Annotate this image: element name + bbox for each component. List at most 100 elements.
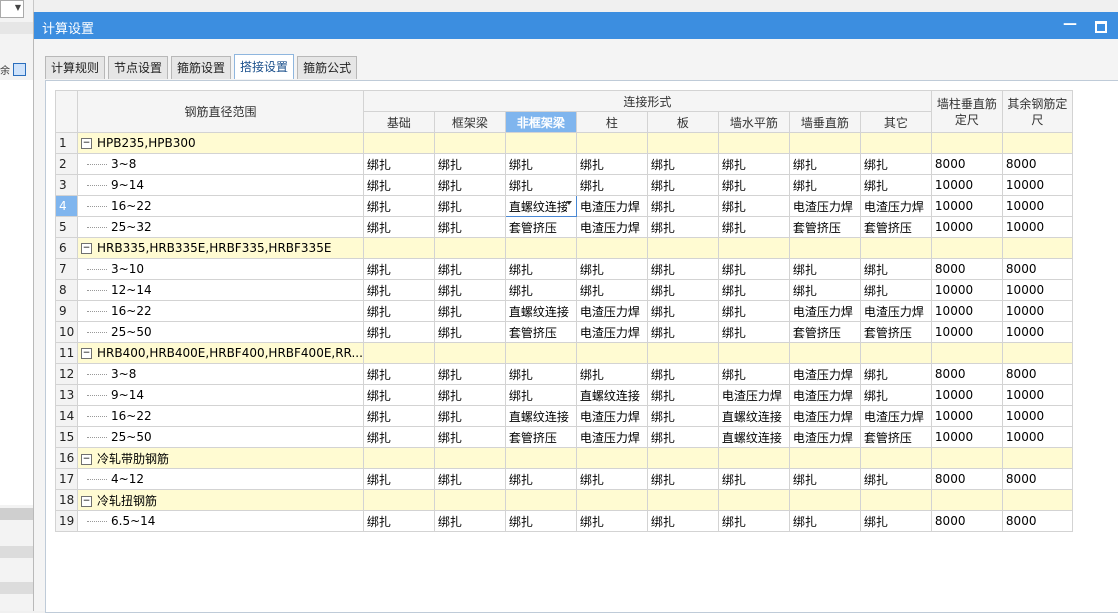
group-empty-cell[interactable] (930, 447, 1003, 469)
group-empty-cell[interactable] (575, 489, 648, 511)
connection-cell[interactable]: 绑扎 (646, 216, 719, 238)
connection-column-header[interactable]: 板 (646, 111, 719, 133)
length-cell[interactable]: 10000 (930, 384, 1003, 406)
connection-cell[interactable]: 直螺纹连接 (504, 405, 577, 427)
connection-cell[interactable]: 绑扎 (859, 384, 932, 406)
length-cell[interactable]: 8000 (930, 468, 1003, 490)
connection-cell[interactable]: 绑扎 (362, 405, 435, 427)
group-empty-cell[interactable] (575, 132, 648, 154)
connection-cell[interactable]: 套管挤压 (504, 426, 577, 448)
table-row[interactable]: 7 3~10 绑扎 绑扎 绑扎 绑扎 绑扎 绑扎 绑扎 绑扎 8000 8000 (55, 258, 1073, 280)
connection-cell[interactable]: 套管挤压 (859, 321, 932, 343)
connection-cell[interactable]: 绑扎 (646, 426, 719, 448)
diameter-range-cell[interactable]: 3~10 (77, 258, 364, 280)
group-empty-cell[interactable] (788, 447, 861, 469)
connection-cell[interactable]: 绑扎 (433, 321, 506, 343)
connection-cell[interactable]: 绑扎 (859, 258, 932, 280)
group-row[interactable]: 6− HRB335,HRB335E,HRBF335,HRBF335E (55, 237, 1073, 259)
connection-cell[interactable]: 绑扎 (859, 510, 932, 532)
group-name-cell[interactable]: − 冷轧带肋钢筋 (77, 447, 364, 469)
diameter-range-cell[interactable]: 16~22 (77, 405, 364, 427)
connection-cell[interactable]: 套管挤压 (504, 321, 577, 343)
group-empty-cell[interactable] (717, 447, 790, 469)
group-empty-cell[interactable] (1001, 132, 1073, 154)
connection-column-header[interactable]: 墙垂直筋 (788, 111, 861, 133)
connection-cell[interactable]: 绑扎 (575, 468, 648, 490)
connection-cell[interactable]: 电渣压力焊 (788, 300, 861, 322)
group-empty-cell[interactable] (788, 237, 861, 259)
row-number[interactable]: 18 (55, 489, 78, 511)
connection-cell[interactable]: 绑扎 (433, 384, 506, 406)
table-row[interactable]: 19 6.5~14 绑扎 绑扎 绑扎 绑扎 绑扎 绑扎 绑扎 绑扎 8000 8000 (55, 510, 1073, 532)
diameter-range-cell[interactable]: 4~12 (77, 468, 364, 490)
table-row[interactable]: 5 25~32 绑扎 绑扎 套管挤压 电渣压力焊 绑扎 绑扎 套管挤压 套管挤压 10000 1000… (55, 216, 1073, 238)
connection-cell[interactable]: 绑扎 (717, 279, 790, 301)
length-cell[interactable]: 10000 (930, 405, 1003, 427)
connection-cell[interactable]: 绑扎 (433, 258, 506, 280)
connection-cell[interactable]: 绑扎 (504, 510, 577, 532)
group-empty-cell[interactable] (788, 489, 861, 511)
group-empty-cell[interactable] (646, 342, 719, 364)
group-empty-cell[interactable] (646, 132, 719, 154)
table-row[interactable]: 10 25~50 绑扎 绑扎 套管挤压 电渣压力焊 绑扎 绑扎 套管挤压 套管挤压 10000 100… (55, 321, 1073, 343)
connection-cell[interactable]: 绑扎 (433, 216, 506, 238)
group-empty-cell[interactable] (930, 489, 1003, 511)
length-cell[interactable]: 10000 (1001, 300, 1073, 322)
group-row[interactable]: 11− HRB400,HRB400E,HRBF400,HRBF400E,RR... (55, 342, 1073, 364)
connection-cell[interactable]: 电渣压力焊 (575, 300, 648, 322)
group-empty-cell[interactable] (1001, 489, 1073, 511)
connection-cell[interactable]: 绑扎 (575, 174, 648, 196)
row-number[interactable]: 14 (55, 405, 78, 427)
length-cell[interactable]: 10000 (930, 279, 1003, 301)
table-row[interactable]: 12 3~8 绑扎 绑扎 绑扎 绑扎 绑扎 绑扎 电渣压力焊 绑扎 8000 8000 (55, 363, 1073, 385)
connection-cell[interactable]: 绑扎 (646, 195, 719, 217)
connection-cell[interactable]: 直螺纹连接 (575, 384, 648, 406)
group-empty-cell[interactable] (788, 342, 861, 364)
connection-cell[interactable]: 电渣压力焊 (575, 216, 648, 238)
diameter-range-cell[interactable]: 16~22 (77, 300, 364, 322)
connection-cell[interactable]: 电渣压力焊 (788, 195, 861, 217)
group-empty-cell[interactable] (575, 447, 648, 469)
connection-cell[interactable]: 直螺纹连接 (717, 426, 790, 448)
connection-cell[interactable]: 绑扎 (362, 363, 435, 385)
group-empty-cell[interactable] (717, 237, 790, 259)
connection-cell[interactable]: 绑扎 (717, 363, 790, 385)
group-row[interactable]: 16− 冷轧带肋钢筋 (55, 447, 1073, 469)
group-empty-cell[interactable] (504, 342, 577, 364)
diameter-range-cell[interactable]: 3~8 (77, 153, 364, 175)
diameter-range-cell[interactable]: 6.5~14 (77, 510, 364, 532)
diameter-range-cell[interactable]: 9~14 (77, 384, 364, 406)
connection-cell[interactable]: 绑扎 (575, 363, 648, 385)
group-empty-cell[interactable] (433, 237, 506, 259)
connection-cell[interactable]: 绑扎 (859, 174, 932, 196)
background-tool-icon[interactable]: 余 (0, 62, 10, 77)
group-empty-cell[interactable] (788, 132, 861, 154)
table-row[interactable]: 15 25~50 绑扎 绑扎 套管挤压 电渣压力焊 绑扎 直螺纹连接 电渣压力焊 套管挤压 1000… (55, 426, 1073, 448)
group-empty-cell[interactable] (575, 342, 648, 364)
group-name-cell[interactable]: − 冷轧扭钢筋 (77, 489, 364, 511)
chevron-down-icon[interactable] (565, 201, 572, 205)
connection-cell[interactable]: 绑扎 (788, 279, 861, 301)
group-empty-cell[interactable] (646, 447, 719, 469)
connection-cell[interactable]: 绑扎 (646, 300, 719, 322)
length-cell[interactable]: 10000 (930, 174, 1003, 196)
tab-0[interactable]: 计算规则 (45, 56, 106, 79)
table-row[interactable]: 4 16~22 绑扎 绑扎 直螺纹连接 电渣压力焊 绑扎 绑扎 电渣压力焊 电渣压力焊 10000 1… (55, 195, 1073, 217)
row-number[interactable]: 9 (55, 300, 78, 322)
group-empty-cell[interactable] (504, 447, 577, 469)
connection-cell[interactable]: 绑扎 (717, 321, 790, 343)
length-cell[interactable]: 10000 (930, 195, 1003, 217)
connection-cell[interactable]: 绑扎 (433, 510, 506, 532)
length-cell[interactable]: 8000 (930, 153, 1003, 175)
group-name-cell[interactable]: − HRB400,HRB400E,HRBF400,HRBF400E,RR... (77, 342, 364, 364)
maximize-icon[interactable] (1095, 21, 1107, 33)
length-cell[interactable]: 10000 (1001, 384, 1073, 406)
group-empty-cell[interactable] (362, 342, 435, 364)
connection-cell[interactable]: 绑扎 (433, 363, 506, 385)
connection-cell[interactable]: 电渣压力焊 (788, 426, 861, 448)
connection-cell[interactable]: 电渣压力焊 (575, 426, 648, 448)
connection-cell[interactable]: 绑扎 (646, 321, 719, 343)
connection-cell[interactable]: 绑扎 (859, 363, 932, 385)
connection-cell[interactable]: 绑扎 (717, 216, 790, 238)
connection-cell[interactable]: 绑扎 (717, 300, 790, 322)
